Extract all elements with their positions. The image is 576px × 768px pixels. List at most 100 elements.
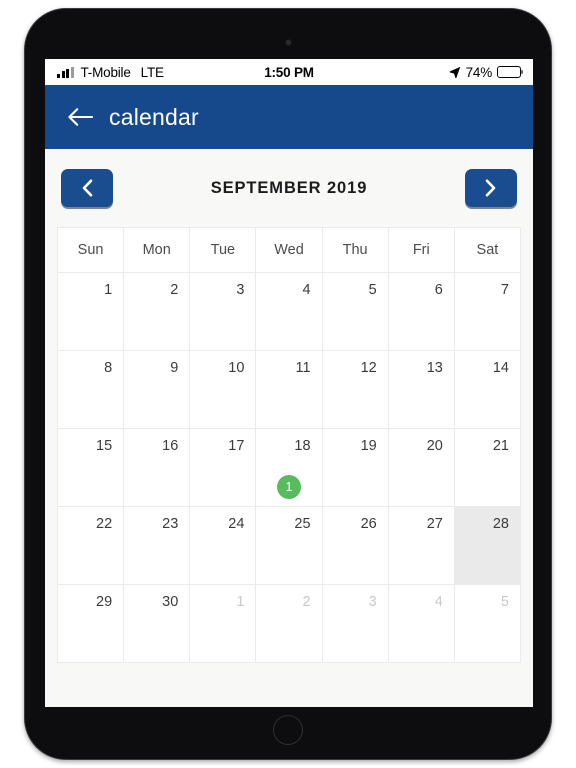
event-count-badge[interactable]: 1 xyxy=(276,475,301,499)
calendar-day-cell[interactable]: 28 xyxy=(454,507,521,585)
weekday-header-cell: Wed xyxy=(256,228,323,273)
calendar-day-cell[interactable]: 21 xyxy=(454,429,521,507)
day-number: 6 xyxy=(434,282,443,298)
chevron-right-icon xyxy=(486,179,496,197)
day-number: 2 xyxy=(170,282,179,298)
day-number: 5 xyxy=(500,594,509,610)
home-button[interactable] xyxy=(273,715,303,745)
day-number: 23 xyxy=(162,516,179,532)
day-number: 4 xyxy=(302,282,311,298)
day-number: 26 xyxy=(360,516,377,532)
weekday-header-row: Sun Mon Tue Wed Thu Fri Sat xyxy=(58,228,521,273)
weekday-header-cell: Sat xyxy=(454,228,521,273)
calendar-day-cell[interactable]: 17 xyxy=(190,429,257,507)
calendar-day-cell[interactable]: 25 xyxy=(256,507,323,585)
calendar-day-cell[interactable]: 13 xyxy=(388,351,455,429)
calendar-day-cell[interactable]: 23 xyxy=(124,507,191,585)
calendar-day-cell[interactable]: 10 xyxy=(190,351,257,429)
signal-bars-icon xyxy=(57,66,74,78)
calendar-day-cell[interactable]: 9 xyxy=(124,351,191,429)
day-number: 24 xyxy=(228,516,245,532)
device-screen: T-Mobile LTE 1:50 PM 74% calendar SEPTEM… xyxy=(45,59,533,707)
calendar-day-cell[interactable]: 18 1 xyxy=(256,429,323,507)
calendar-week-row: 8 9 10 11 12 13 14 xyxy=(58,351,521,429)
calendar-day-cell[interactable]: 7 xyxy=(454,273,521,351)
calendar-day-cell[interactable]: 20 xyxy=(388,429,455,507)
month-year-label: SEPTEMBER 2019 xyxy=(210,178,368,197)
calendar-day-cell[interactable]: 2 xyxy=(256,585,323,663)
day-number: 13 xyxy=(426,360,443,376)
calendar-day-cell[interactable]: 14 xyxy=(454,351,521,429)
calendar-day-cell[interactable]: 16 xyxy=(124,429,191,507)
calendar-day-cell[interactable]: 4 xyxy=(256,273,323,351)
carrier-label: T-Mobile xyxy=(80,64,131,80)
weekday-header-cell: Sun xyxy=(58,228,125,273)
calendar-day-cell[interactable]: 12 xyxy=(322,351,389,429)
day-number: 7 xyxy=(500,282,509,298)
back-arrow-icon[interactable] xyxy=(67,107,93,127)
status-bar-left: T-Mobile LTE xyxy=(57,65,289,80)
day-number: 14 xyxy=(492,360,509,376)
day-number: 15 xyxy=(96,438,113,454)
calendar-day-cell[interactable]: 30 xyxy=(124,585,191,663)
day-number: 21 xyxy=(492,438,509,454)
calendar-day-cell[interactable]: 4 xyxy=(388,585,455,663)
battery-icon xyxy=(497,66,521,78)
calendar-day-cell[interactable]: 22 xyxy=(58,507,125,585)
day-number: 20 xyxy=(426,438,443,454)
status-bar-right: 74% xyxy=(289,65,521,80)
calendar-day-cell[interactable]: 6 xyxy=(388,273,455,351)
day-number: 9 xyxy=(170,360,179,376)
day-number: 25 xyxy=(294,516,311,532)
day-number: 18 xyxy=(294,438,311,454)
day-number: 29 xyxy=(96,594,113,610)
calendar-day-cell[interactable]: 2 xyxy=(124,273,191,351)
next-month-button[interactable] xyxy=(464,169,517,207)
day-number: 11 xyxy=(295,360,311,376)
weekday-header-cell: Mon xyxy=(124,228,191,273)
day-number: 16 xyxy=(162,438,179,454)
day-number: 10 xyxy=(228,360,245,376)
weekday-header-cell: Thu xyxy=(322,228,389,273)
day-number: 30 xyxy=(162,594,179,610)
weekday-header-cell: Fri xyxy=(388,228,455,273)
calendar-day-cell[interactable]: 26 xyxy=(322,507,389,585)
calendar-day-cell[interactable]: 27 xyxy=(388,507,455,585)
previous-month-button[interactable] xyxy=(61,169,113,207)
day-number: 27 xyxy=(426,516,443,532)
calendar-day-cell[interactable]: 1 xyxy=(58,273,125,351)
navigation-bar: calendar xyxy=(45,85,533,149)
calendar-week-row: 29 30 1 2 3 4 5 xyxy=(58,585,521,663)
day-number: 28 xyxy=(492,516,509,532)
chevron-left-icon xyxy=(82,179,92,197)
day-number: 19 xyxy=(360,438,377,454)
day-number: 8 xyxy=(104,360,113,376)
calendar-day-cell[interactable]: 3 xyxy=(190,273,257,351)
day-number: 5 xyxy=(368,282,377,298)
calendar-day-cell[interactable]: 1 xyxy=(190,585,257,663)
calendar-day-cell[interactable]: 8 xyxy=(58,351,125,429)
day-number: 3 xyxy=(236,282,245,298)
location-arrow-icon xyxy=(449,66,460,78)
calendar-week-row: 22 23 24 25 26 27 28 xyxy=(58,507,521,585)
calendar-day-cell[interactable]: 3 xyxy=(322,585,389,663)
calendar-day-cell[interactable]: 5 xyxy=(322,273,389,351)
calendar-day-cell[interactable]: 11 xyxy=(256,351,323,429)
calendar-container: SEPTEMBER 2019 Sun Mon Tue Wed Thu Fri Sat 123… xyxy=(45,149,533,707)
day-number: 2 xyxy=(302,594,311,610)
calendar-day-cell[interactable]: 29 xyxy=(58,585,125,663)
day-number: 12 xyxy=(360,360,377,376)
status-bar: T-Mobile LTE 1:50 PM 74% xyxy=(45,59,533,85)
day-number: 1 xyxy=(104,282,113,298)
day-number: 17 xyxy=(228,438,245,454)
calendar-week-row: 1 2 3 4 5 6 7 xyxy=(58,273,521,351)
calendar-day-cell[interactable]: 15 xyxy=(58,429,125,507)
network-type-label: LTE xyxy=(140,64,164,80)
day-number: 4 xyxy=(434,594,443,610)
calendar-day-cell[interactable]: 19 xyxy=(322,429,389,507)
calendar-day-cell[interactable]: 5 xyxy=(454,585,521,663)
tablet-device-frame: T-Mobile LTE 1:50 PM 74% calendar SEPTEM… xyxy=(24,8,552,760)
calendar-week-row: 15 16 17 18 1 19 20 21 xyxy=(58,429,521,507)
front-camera-icon xyxy=(284,39,292,46)
calendar-day-cell[interactable]: 24 xyxy=(190,507,257,585)
